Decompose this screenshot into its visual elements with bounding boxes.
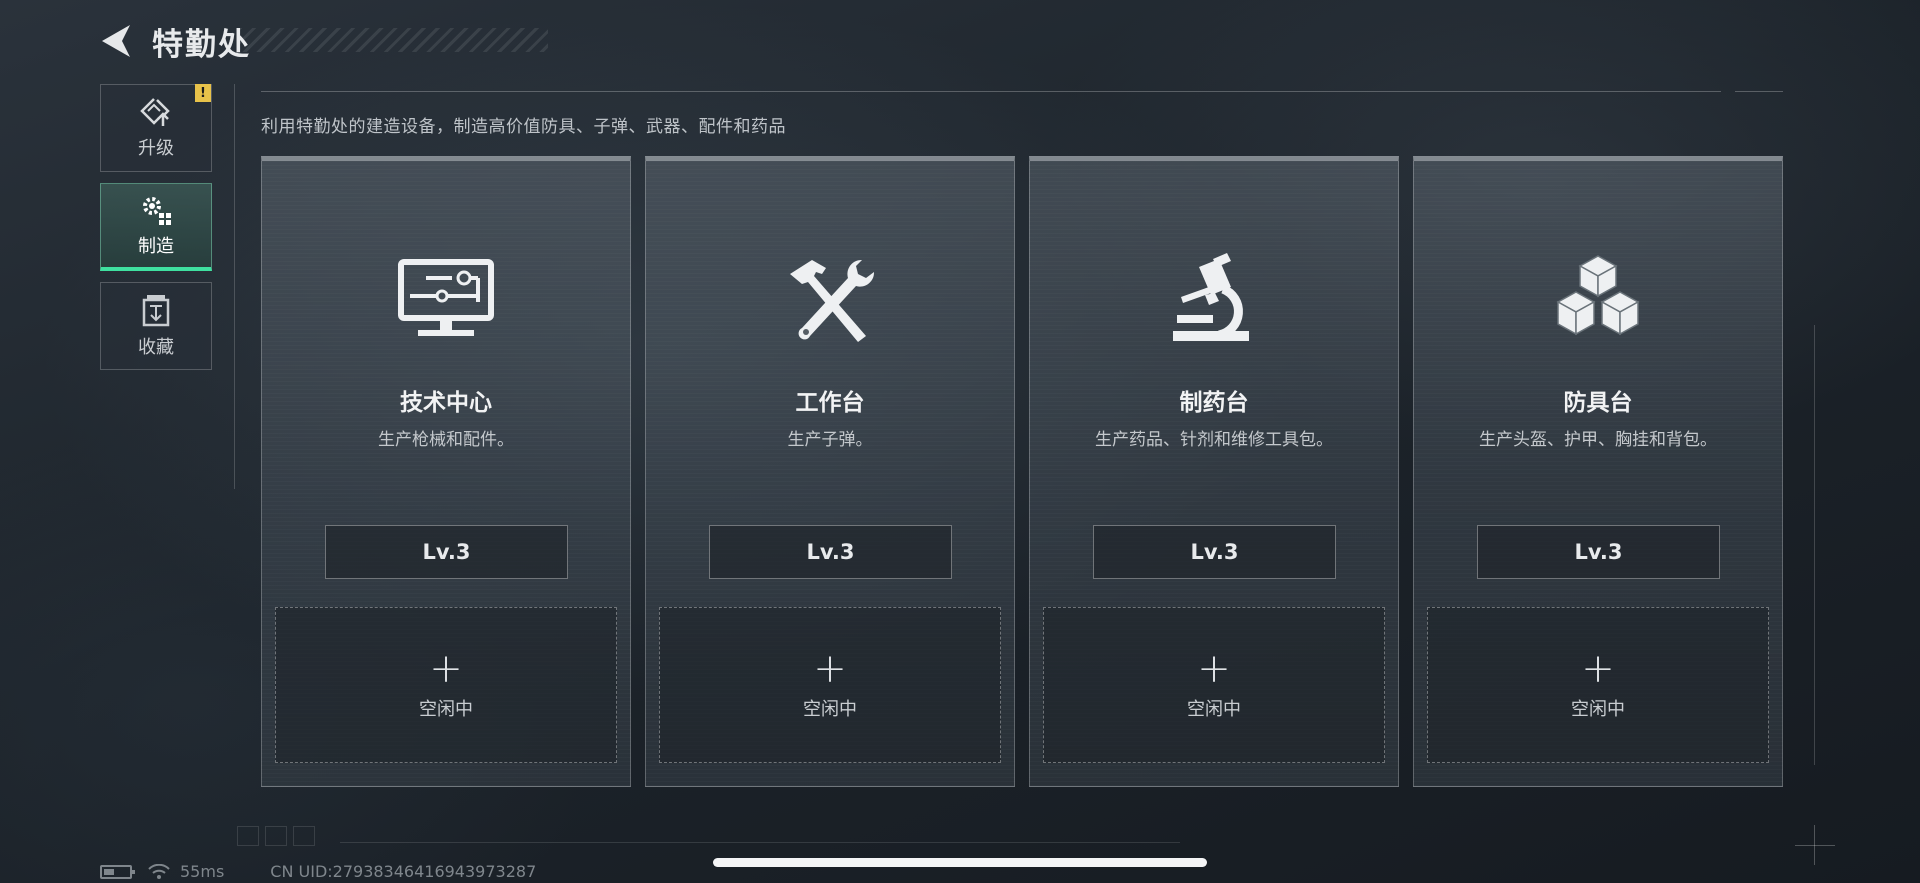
sidebar-item-label: 制造 <box>138 235 174 257</box>
battery-icon <box>100 864 135 879</box>
back-arrow-icon <box>102 25 130 57</box>
deco-square <box>265 826 287 846</box>
plus-icon: + <box>813 646 847 692</box>
production-slot[interactable]: + 空闲中 <box>1043 607 1385 763</box>
production-slot[interactable]: + 空闲中 <box>275 607 617 763</box>
cubes-icon <box>1543 249 1653 349</box>
upgrade-icon <box>140 98 170 126</box>
warning-badge: ! <box>195 84 211 102</box>
station-level-button[interactable]: Lv.3 <box>325 525 568 579</box>
monitor-icon <box>391 249 501 349</box>
sidebar-item-manufacture[interactable]: 制造 <box>100 183 212 271</box>
sidebar-item-label: 升级 <box>138 138 174 159</box>
divider <box>261 91 1721 92</box>
ping-readout: 55ms <box>180 862 225 881</box>
hammer-wrench-icon <box>775 249 885 349</box>
deco-square <box>293 826 315 846</box>
slot-status: 空闲中 <box>419 699 473 720</box>
manufacture-gears-icon <box>143 196 171 225</box>
station-description: 生产子弹。 <box>787 430 873 450</box>
bottom-decoration <box>237 826 315 846</box>
slot-status: 空闲中 <box>803 699 857 720</box>
status-bar: 55ms CN UID:27938346416943973287 <box>100 862 536 881</box>
deco-square <box>237 826 259 846</box>
station-description: 生产药品、针剂和维修工具包。 <box>1095 430 1333 450</box>
station-description: 生产头盔、护甲、胸挂和背包。 <box>1479 430 1717 450</box>
station-name: 防具台 <box>1563 390 1633 416</box>
divider <box>340 842 1180 843</box>
divider <box>234 84 235 489</box>
station-card-armor-bench[interactable]: 防具台 生产头盔、护甲、胸挂和背包。 Lv.3 + 空闲中 <box>1413 156 1783 787</box>
microscope-icon <box>1159 249 1269 349</box>
user-uid: CN UID:27938346416943973287 <box>270 862 537 881</box>
production-slot[interactable]: + 空闲中 <box>1427 607 1769 763</box>
sidebar: ! 升级 制造 收藏 <box>100 84 212 381</box>
station-level-button[interactable]: Lv.3 <box>1093 525 1336 579</box>
station-description: 生产枪械和配件。 <box>378 430 514 450</box>
crosshair-decoration <box>1795 845 1835 846</box>
sidebar-item-collection[interactable]: 收藏 <box>100 282 212 370</box>
station-name: 工作台 <box>795 390 865 416</box>
home-indicator[interactable] <box>713 858 1207 867</box>
station-card-pharmacy[interactable]: 制药台 生产药品、针剂和维修工具包。 Lv.3 + 空闲中 <box>1029 156 1399 787</box>
plus-icon: + <box>429 646 463 692</box>
station-list: 技术中心 生产枪械和配件。 Lv.3 + 空闲中 工作台 生产子弹。 Lv.3 … <box>261 156 1783 787</box>
title-decoration <box>238 28 548 52</box>
plus-icon: + <box>1581 646 1615 692</box>
plus-icon: + <box>1197 646 1231 692</box>
slot-status: 空闲中 <box>1571 699 1625 720</box>
wifi-icon <box>148 863 170 880</box>
back-button[interactable] <box>96 18 136 64</box>
station-card-tech-center[interactable]: 技术中心 生产枪械和配件。 Lv.3 + 空闲中 <box>261 156 631 787</box>
station-name: 制药台 <box>1179 390 1249 416</box>
page-description: 利用特勤处的建造设备，制造高价值防具、子弹、武器、配件和药品 <box>261 117 786 137</box>
divider <box>1814 325 1815 765</box>
divider <box>1735 91 1783 92</box>
station-level-button[interactable]: Lv.3 <box>709 525 952 579</box>
page-title: 特勤处 <box>152 26 251 63</box>
collection-icon <box>142 295 170 327</box>
sidebar-item-label: 收藏 <box>138 337 174 358</box>
station-name: 技术中心 <box>400 390 492 416</box>
header: 特勤处 <box>96 18 548 64</box>
station-card-workbench[interactable]: 工作台 生产子弹。 Lv.3 + 空闲中 <box>645 156 1015 787</box>
slot-status: 空闲中 <box>1187 699 1241 720</box>
sidebar-item-upgrade[interactable]: ! 升级 <box>100 84 212 172</box>
production-slot[interactable]: + 空闲中 <box>659 607 1001 763</box>
station-level-button[interactable]: Lv.3 <box>1477 525 1720 579</box>
